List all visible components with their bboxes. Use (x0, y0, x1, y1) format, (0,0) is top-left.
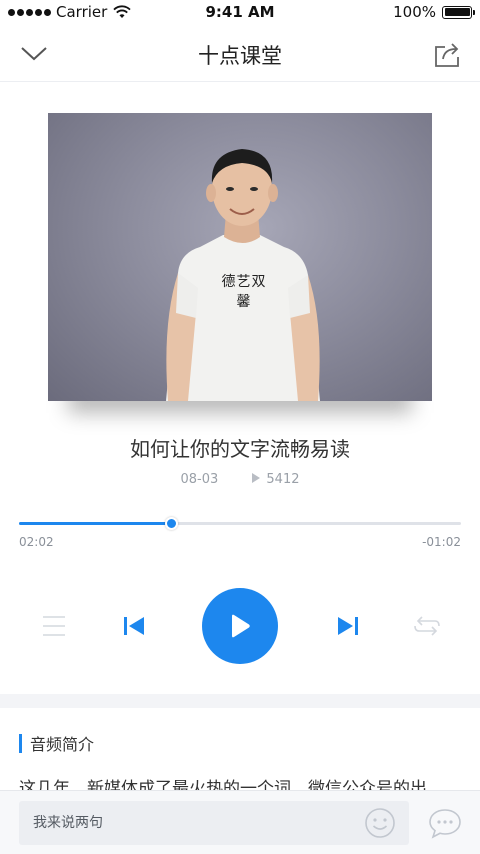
progress-fill (19, 522, 171, 525)
play-count: 5412 (252, 472, 300, 487)
play-count-value: 5412 (266, 472, 300, 487)
play-count-icon (252, 473, 261, 483)
loop-button[interactable] (410, 612, 444, 640)
remaining-time: -01:02 (422, 535, 461, 549)
chat-bubble-icon (429, 809, 461, 839)
previous-button[interactable] (118, 612, 150, 640)
elapsed-time: 02:02 (19, 535, 54, 549)
page-title: 十点课堂 (198, 44, 282, 68)
intro-section-header: 音频简介 (19, 733, 95, 754)
skip-previous-icon (124, 617, 144, 635)
repeat-icon (414, 616, 440, 636)
audio-meta: 08-03 5412 (0, 472, 480, 487)
share-icon (435, 43, 459, 67)
portrait-illustration (166, 149, 320, 401)
playlist-icon (43, 616, 65, 636)
shirt-text: 德艺双馨 (221, 274, 267, 310)
cover-photo: 德艺双馨 (48, 113, 432, 401)
progress-thumb[interactable] (165, 517, 178, 530)
comment-input[interactable] (19, 801, 409, 845)
playlist-button[interactable] (38, 612, 70, 640)
comments-button[interactable] (428, 807, 462, 839)
play-icon (232, 614, 250, 638)
battery-percentage: 100% (393, 3, 436, 21)
next-button[interactable] (332, 612, 364, 640)
navigation-bar: 十点课堂 (0, 26, 480, 82)
cover-art: 德艺双馨 (48, 113, 432, 413)
play-button[interactable] (202, 588, 278, 664)
skip-next-icon (338, 617, 358, 635)
battery-icon (442, 5, 475, 19)
comment-bar (0, 790, 480, 854)
publish-date: 08-03 (180, 472, 219, 487)
share-button[interactable] (430, 36, 466, 72)
status-bar: Carrier 9:41 AM 100% (0, 0, 480, 26)
section-accent-bar (19, 733, 22, 753)
emoji-button[interactable] (364, 807, 396, 839)
audio-title: 如何让你的文字流畅易读 (130, 437, 350, 461)
status-right: 100% (393, 3, 475, 21)
emoji-icon (365, 808, 395, 838)
section-title: 音频简介 (30, 735, 95, 754)
section-separator (0, 694, 480, 708)
progress-slider[interactable] (19, 517, 461, 530)
